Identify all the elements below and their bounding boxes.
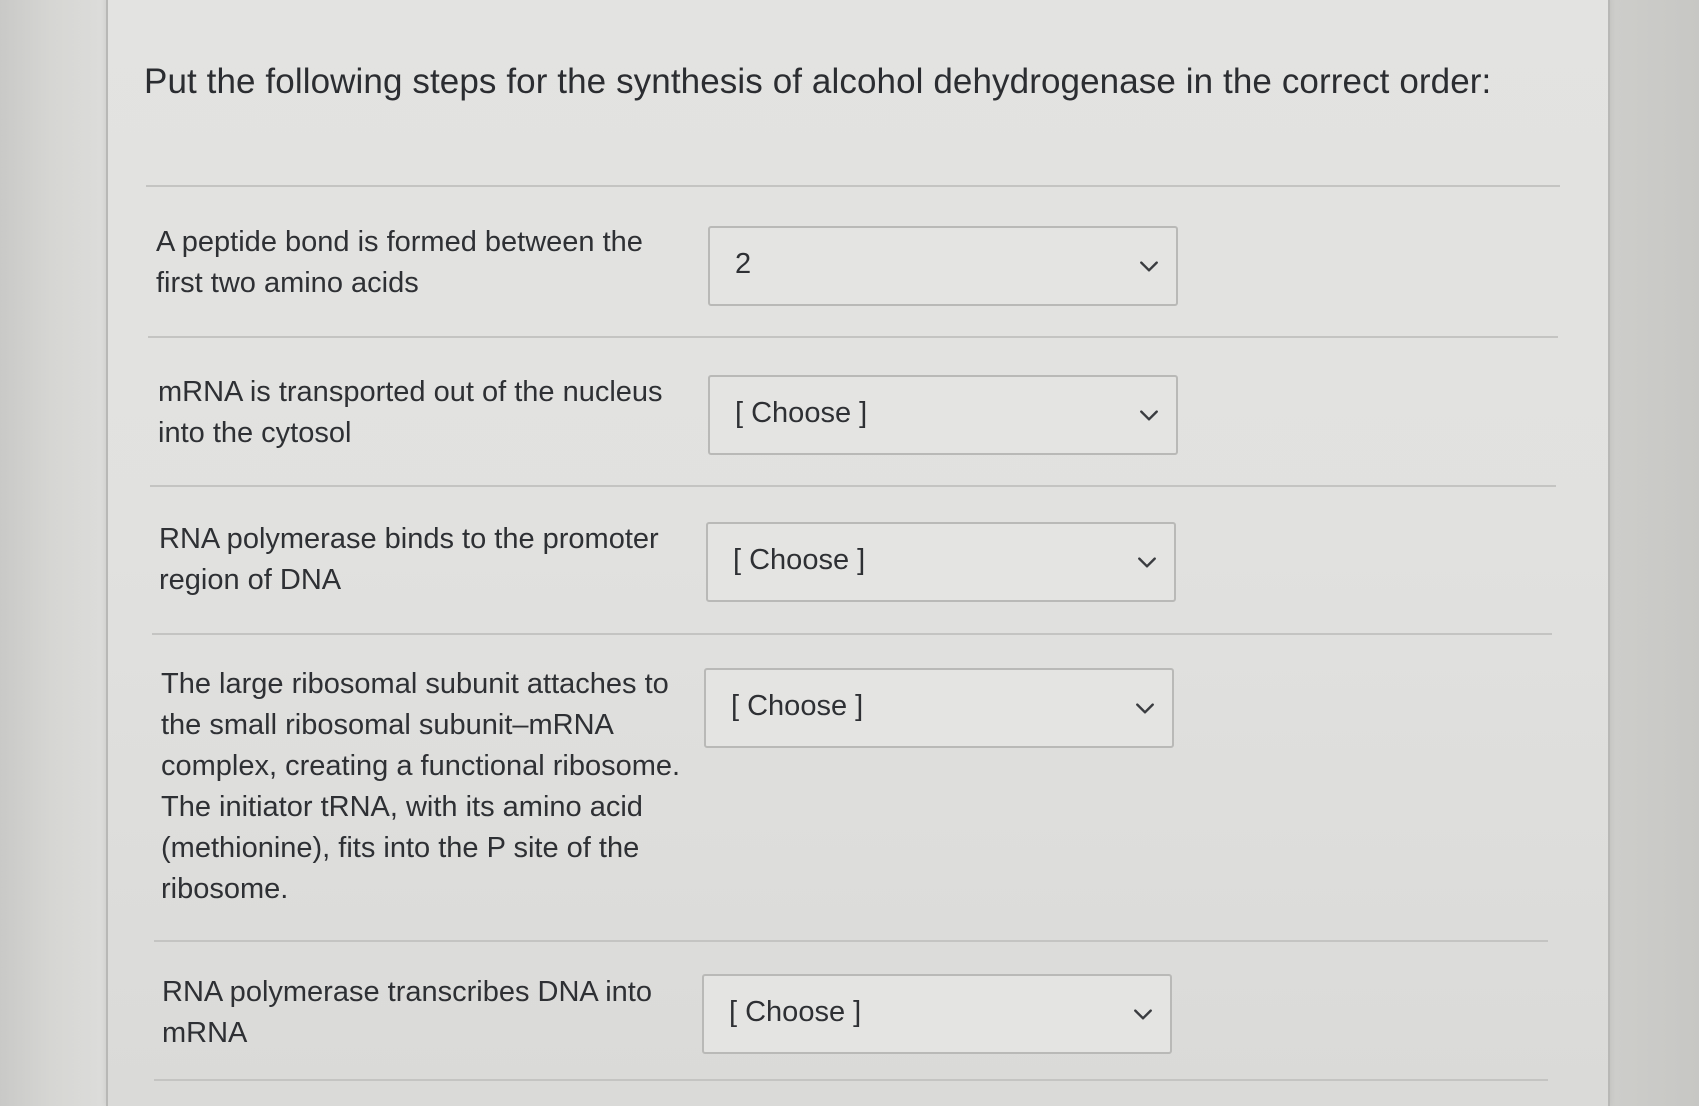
- select-value: [ Choose ]: [729, 996, 862, 1028]
- step-label: mRNA is transported out of the nucleus i…: [158, 376, 663, 449]
- divider: [146, 185, 1560, 187]
- chevron-down-icon: [1136, 703, 1154, 714]
- divider: [148, 336, 1558, 338]
- order-select-2[interactable]: [ Choose ]: [708, 375, 1178, 455]
- select-value: [ Choose ]: [731, 690, 864, 722]
- step-label: The large ribosomal subunit attaches to …: [161, 668, 681, 905]
- divider: [154, 940, 1548, 942]
- divider: [152, 633, 1552, 635]
- order-select-1[interactable]: 2: [708, 226, 1178, 306]
- order-select-4[interactable]: [ Choose ]: [704, 668, 1174, 748]
- chevron-down-icon: [1138, 557, 1156, 568]
- order-select-5[interactable]: [ Choose ]: [702, 974, 1172, 1054]
- question-prompt: Put the following steps for the synthesi…: [144, 62, 1492, 101]
- chevron-down-icon: [1140, 261, 1158, 272]
- divider: [150, 485, 1556, 487]
- chevron-down-icon: [1134, 1009, 1152, 1020]
- order-select-3[interactable]: [ Choose ]: [706, 522, 1176, 602]
- select-value: [ Choose ]: [733, 544, 866, 576]
- chevron-down-icon: [1140, 410, 1158, 421]
- step-label: RNA polymerase transcribes DNA into mRNA: [162, 976, 652, 1049]
- divider: [154, 1079, 1548, 1081]
- select-value: 2: [735, 248, 752, 280]
- question-panel: Put the following steps for the synthesi…: [106, 0, 1610, 1106]
- step-label: A peptide bond is formed between the fir…: [156, 226, 643, 299]
- select-value: [ Choose ]: [735, 397, 868, 429]
- step-label: RNA polymerase binds to the promoter reg…: [159, 523, 659, 596]
